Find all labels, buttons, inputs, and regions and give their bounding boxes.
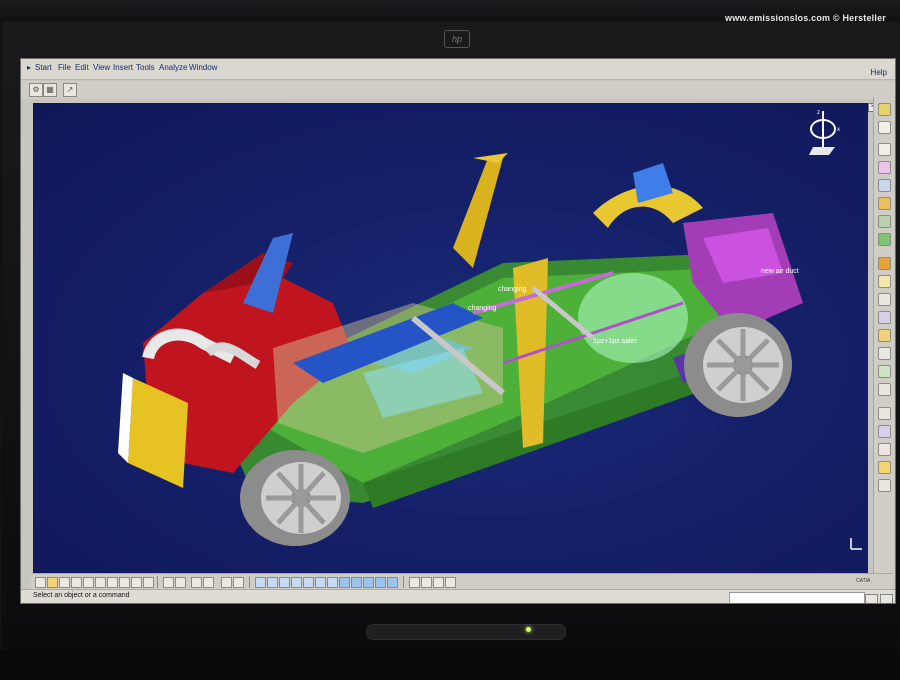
formula-icon[interactable] [163,577,174,588]
toolbar-separator [157,576,158,588]
part-icon[interactable] [878,161,891,174]
monitor-brand-logo: hp [444,30,470,48]
zoom-out-icon[interactable] [315,577,326,588]
manipulation-icon[interactable] [878,257,891,270]
menu-item-help[interactable]: Help [871,68,887,77]
structure-icon[interactable]: ▦ [43,83,57,97]
menu-item-analyze[interactable]: Analyze [159,63,187,72]
annotation-icon[interactable] [445,577,456,588]
command-input[interactable] [729,592,865,603]
menu-item-window[interactable]: Window [189,63,217,72]
top-toolbar: ⚙ ▦ ↗ [21,81,895,99]
catia-logo-icon: CATIA [856,578,871,584]
iso-view-icon[interactable] [339,577,350,588]
right-workbench-toolbar [873,97,894,577]
menu-item-view[interactable]: View [93,63,110,72]
generate-numbering-icon[interactable] [878,233,891,246]
bottom-toolbar [31,573,893,590]
monitor-speaker-strip [366,624,566,640]
fit-all-icon[interactable] [267,577,278,588]
explode-icon[interactable] [878,293,891,306]
fix-icon[interactable] [878,425,891,438]
status-buttons [863,592,893,603]
angle-icon[interactable] [878,407,891,420]
annotation-new-air-duct: new air duct [761,268,799,275]
help-icon[interactable] [143,577,154,588]
select-icon[interactable]: ↗ [63,83,77,97]
open-file-icon[interactable] [47,577,58,588]
normal-view-icon[interactable] [327,577,338,588]
annotation-tank-note: 1pz+1pz saler [593,338,637,345]
graph-tree-icon[interactable] [878,215,891,228]
menu-item-edit[interactable]: Edit [75,63,89,72]
fly-mode-icon[interactable] [255,577,266,588]
existing-component-icon[interactable] [878,179,891,192]
print-icon[interactable] [71,577,82,588]
hide-show-icon[interactable] [363,577,374,588]
knowledge-icon[interactable] [191,577,202,588]
annotation-changing-1: changing [498,286,527,293]
redo-icon[interactable] [131,577,142,588]
new-file-icon[interactable] [35,577,46,588]
stop-manipulate-icon[interactable] [878,311,891,324]
shading-icon[interactable] [351,577,362,588]
menu-bar: ▸ Start File Edit View Insert Tools Anal… [21,59,895,80]
measure-between-icon[interactable] [409,577,420,588]
status-right-button[interactable] [880,594,893,603]
compass-z-label: z [817,110,820,116]
power-indicator-icon [526,627,531,632]
menu-start-icon[interactable]: ▸ [27,63,31,72]
fix-together-icon[interactable] [878,443,891,456]
status-bar: Select an object or a command CATIA [21,578,895,603]
measure-item-icon[interactable] [421,577,432,588]
zoom-in-icon[interactable] [303,577,314,588]
measure-icon[interactable] [878,479,891,492]
offset-icon[interactable] [878,383,891,396]
toolbar-separator [249,576,250,588]
new-component-icon[interactable] [878,121,891,134]
car-chassis-model[interactable]: changing changing new air duct 1pz+1pz s… [33,103,868,573]
compass-icon[interactable]: z x [805,109,845,159]
menu-item-tools[interactable]: Tools [136,63,155,72]
constraint-icon[interactable] [878,329,891,342]
rotate-icon[interactable] [291,577,302,588]
compass-x-label: x [837,127,840,133]
undo-icon[interactable] [119,577,130,588]
copy-icon[interactable] [95,577,106,588]
paste-icon[interactable] [107,577,118,588]
toolbar-separator [403,576,404,588]
pan-icon[interactable] [279,577,290,588]
3d-viewport[interactable]: changing changing new air duct 1pz+1pz s… [33,103,868,573]
clash-icon[interactable] [233,577,244,588]
menu-item-file[interactable]: File [58,63,71,72]
front-wheel [240,450,350,546]
measure-inertia-icon[interactable] [433,577,444,588]
search-icon[interactable] [175,577,186,588]
axis-triad-icon [850,538,862,550]
contact-icon[interactable] [878,365,891,378]
monitor-stand [0,650,900,680]
save-icon[interactable] [59,577,70,588]
workbench-icon[interactable] [878,103,891,116]
replace-component-icon[interactable] [878,197,891,210]
rear-wheel [684,313,792,417]
quick-view-icon[interactable] [387,577,398,588]
update-icon[interactable] [878,461,891,474]
analysis-icon[interactable] [221,577,232,588]
cut-icon[interactable] [83,577,94,588]
menu-item-start[interactable]: Start [35,63,52,72]
snap-icon[interactable] [878,275,891,288]
status-left-button[interactable] [865,594,878,603]
coincidence-icon[interactable] [878,347,891,360]
product-icon[interactable]: ⚙ [29,83,43,97]
application-window: ▸ Start File Edit View Insert Tools Anal… [20,58,896,604]
annotation-changing-2: changing [468,305,497,312]
status-prompt: Select an object or a command [33,592,130,599]
swap-space-icon[interactable] [375,577,386,588]
catalog-icon[interactable] [203,577,214,588]
insert-product-icon[interactable] [878,143,891,156]
menu-item-insert[interactable]: Insert [113,63,133,72]
